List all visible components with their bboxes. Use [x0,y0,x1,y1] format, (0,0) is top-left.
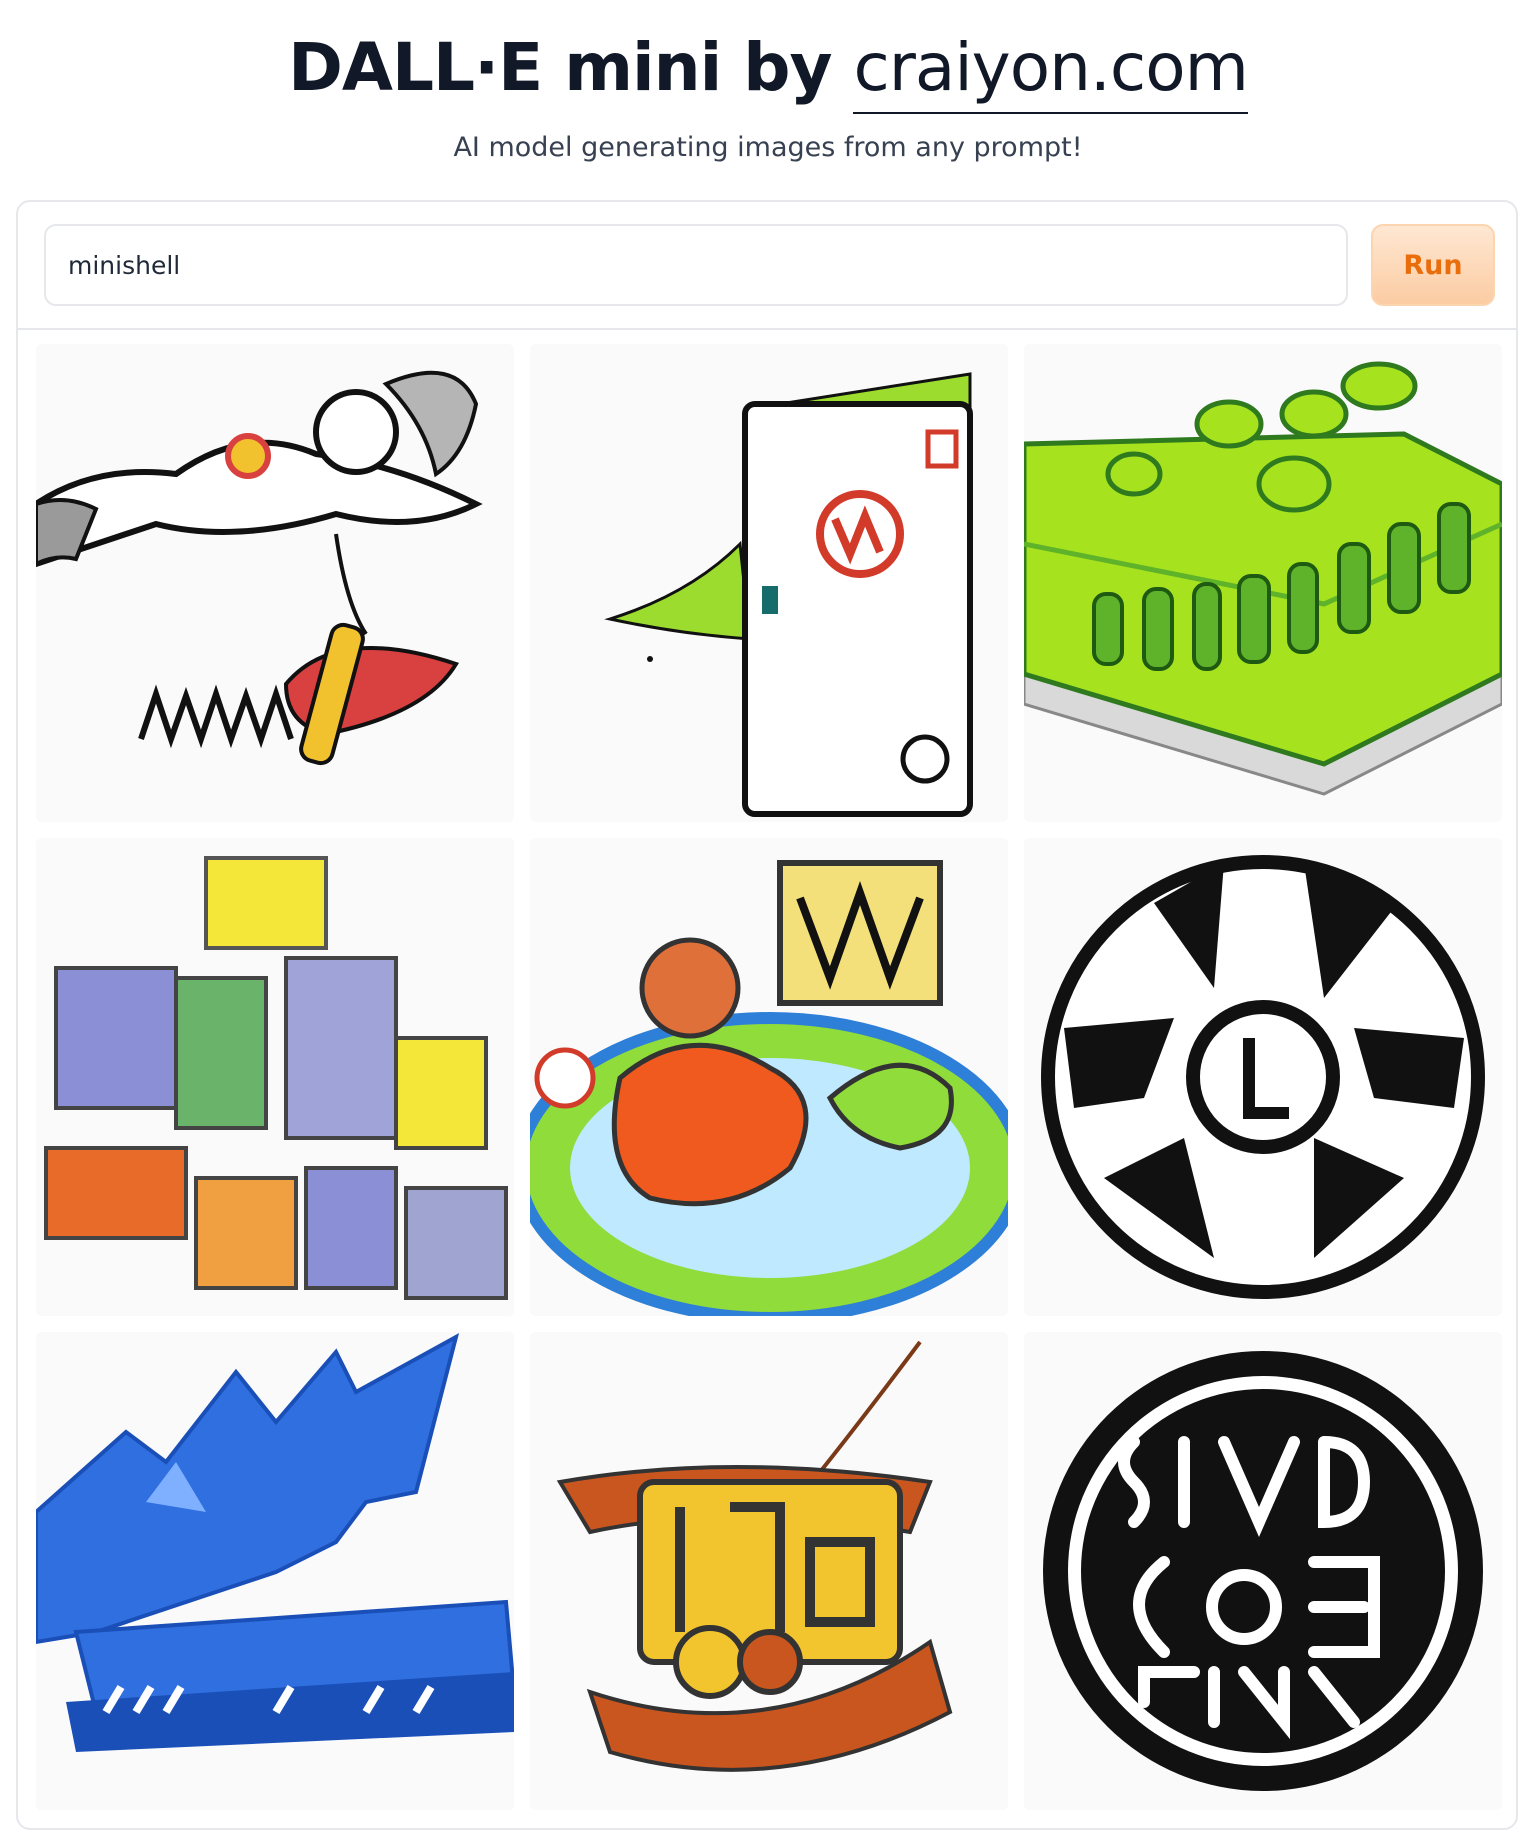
run-button[interactable]: Run [1371,224,1495,306]
generated-image-2[interactable] [530,344,1008,822]
generated-image-4[interactable] [36,838,514,1316]
generated-image-3[interactable] [1024,344,1502,822]
page-title: DALL·E mini by craiyon.com [0,28,1536,114]
craiyon-link[interactable]: craiyon.com [853,29,1249,114]
generated-image-7[interactable] [36,1332,514,1810]
prompt-input[interactable] [44,224,1348,306]
generated-image-8[interactable] [530,1332,1008,1810]
generator-card: Run [16,200,1518,1830]
generated-image-6[interactable] [1024,838,1502,1316]
generated-image-5[interactable] [530,838,1008,1316]
image-grid [36,344,1502,1818]
title-text: DALL·E mini by [288,29,832,106]
generated-image-1[interactable] [36,344,514,822]
generated-image-9[interactable] [1024,1332,1502,1810]
prompt-bar: Run [18,202,1516,330]
page-subtitle: AI model generating images from any prom… [453,132,1083,163]
